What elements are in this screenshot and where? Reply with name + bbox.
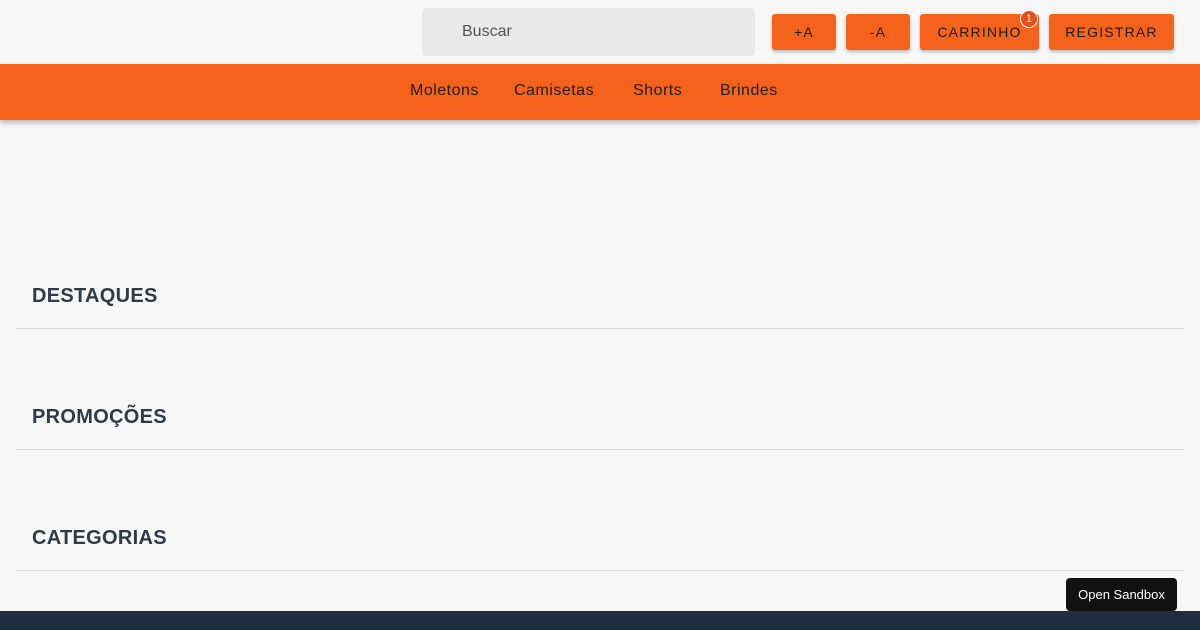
nav-item-camisetas[interactable]: Camisetas [514, 82, 594, 100]
category-nav: Moletons Camisetas Shorts Brindes [0, 64, 1200, 120]
section-title-promocoes: PROMOÇÕES [32, 406, 167, 428]
nav-item-shorts[interactable]: Shorts [633, 82, 682, 100]
section-divider [16, 449, 1184, 450]
search-input[interactable] [462, 23, 742, 41]
section-title-categorias: CATEGORIAS [32, 527, 167, 549]
section-divider [16, 328, 1184, 329]
register-button[interactable]: REGISTRAR [1049, 14, 1174, 50]
section-title-destaques: DESTAQUES [32, 285, 158, 307]
cart-count-badge: 1 [1020, 10, 1038, 28]
footer [0, 611, 1200, 630]
search-box[interactable] [422, 8, 755, 56]
font-decrease-button[interactable]: -A [846, 14, 910, 50]
top-header: +A -A CARRINHO 1 REGISTRAR [0, 0, 1200, 64]
open-sandbox-button[interactable]: Open Sandbox [1066, 578, 1177, 611]
section-divider [16, 570, 1184, 571]
font-increase-button[interactable]: +A [772, 14, 836, 50]
nav-item-moletons[interactable]: Moletons [410, 82, 479, 100]
nav-item-brindes[interactable]: Brindes [720, 82, 778, 100]
